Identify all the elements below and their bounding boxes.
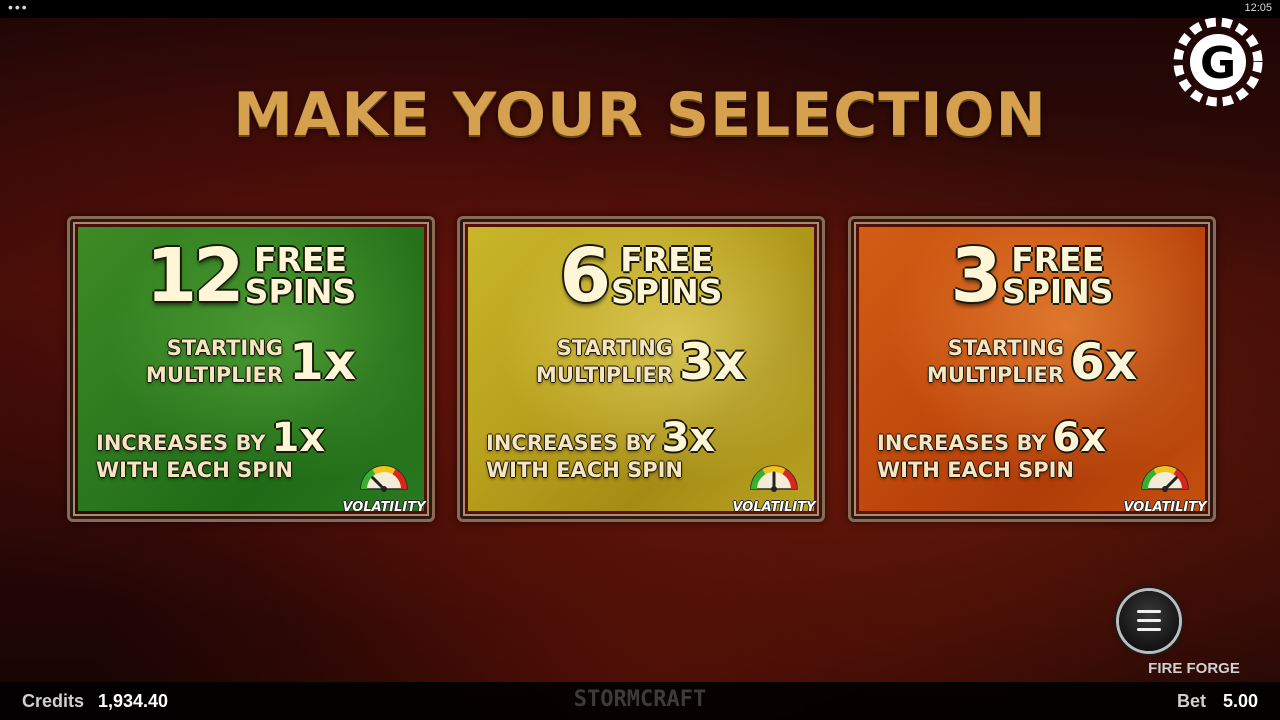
option-card-6-spins[interactable]: 6 FREE SPINS STARTING MULTIPLIER 3x INCR… xyxy=(457,216,825,522)
increase-row: INCREASES BY 3x WITH EACH SPIN xyxy=(486,415,716,484)
increases-by-label: INCREASES BY xyxy=(877,431,1047,455)
hamburger-icon xyxy=(1137,628,1161,631)
gauge-hub xyxy=(1162,486,1168,492)
free-spins-heading: 12 FREE SPINS xyxy=(70,239,432,313)
starting-multiplier-value: 1x xyxy=(289,333,357,391)
volatility-meter: VOLATILITY xyxy=(730,459,818,515)
status-dots: ••• xyxy=(8,0,29,15)
increases-by-label: INCREASES BY xyxy=(96,431,266,455)
option-card-3-spins[interactable]: 3 FREE SPINS STARTING MULTIPLIER 6x INCR… xyxy=(848,216,1216,522)
free-spins-heading: 3 FREE SPINS xyxy=(851,239,1213,313)
brand-logo: STORMCRAFT xyxy=(573,687,707,712)
page-title: MAKE YOUR SELECTION xyxy=(233,80,1047,150)
status-clock: 12:05 xyxy=(1244,2,1272,14)
option-card-12-spins[interactable]: 12 FREE SPINS STARTING MULTIPLIER 1x INC… xyxy=(67,216,435,522)
starting-multiplier-value: 6x xyxy=(1070,333,1138,391)
multiplier-word: MULTIPLIER xyxy=(926,363,1065,387)
starting-multiplier-label: STARTING MULTIPLIER xyxy=(927,335,1064,389)
free-spins-words: FREE SPINS xyxy=(610,243,723,311)
spins-count: 3 xyxy=(950,233,1001,319)
gauge-segment xyxy=(1153,466,1177,475)
spins-word: SPINS xyxy=(1001,272,1114,311)
starting-multiplier-row: STARTING MULTIPLIER 1x xyxy=(70,335,432,389)
hamburger-icon xyxy=(1137,619,1161,622)
free-spins-words: FREE SPINS xyxy=(244,243,357,311)
hamburger-icon xyxy=(1137,610,1161,613)
volatility-meter: VOLATILITY xyxy=(340,459,428,515)
gauge-hub xyxy=(381,486,387,492)
starting-word: STARTING xyxy=(166,336,284,360)
volatility-meter: VOLATILITY xyxy=(1121,459,1209,515)
spins-count: 6 xyxy=(559,233,610,319)
free-spins-heading: 6 FREE SPINS xyxy=(460,239,822,313)
free-spins-words: FREE SPINS xyxy=(1001,243,1114,311)
starting-multiplier-label: STARTING MULTIPLIER xyxy=(146,335,283,389)
menu-button[interactable] xyxy=(1119,591,1179,651)
gauge-segment xyxy=(372,466,396,475)
game-screen: ••• 12:05 G MAKE YOUR SELECTION 12 FREE … xyxy=(0,0,1280,720)
volatility-gauge-icon xyxy=(1141,465,1189,492)
volatility-label: VOLATILITY xyxy=(342,500,426,515)
starting-word: STARTING xyxy=(947,336,1065,360)
starting-word: STARTING xyxy=(556,336,674,360)
with-each-spin-label: WITH EACH SPIN xyxy=(877,458,1074,482)
starting-multiplier-row: STARTING MULTIPLIER 3x xyxy=(460,335,822,389)
bottom-bar: Credits 1,934.40 STORMCRAFT Bet 5.00 xyxy=(0,682,1280,720)
starting-multiplier-value: 3x xyxy=(679,333,747,391)
increase-row: INCREASES BY 6x WITH EACH SPIN xyxy=(877,415,1107,484)
bet-value: 5.00 xyxy=(1222,691,1258,711)
volatility-gauge-icon xyxy=(750,465,798,492)
starting-multiplier-label: STARTING MULTIPLIER xyxy=(536,335,673,389)
volatility-gauge-icon xyxy=(360,465,408,492)
spins-word: SPINS xyxy=(610,272,723,311)
increase-value: 6x xyxy=(1052,415,1107,461)
spins-word: SPINS xyxy=(244,272,357,311)
with-each-spin-label: WITH EACH SPIN xyxy=(486,458,683,482)
increase-value: 3x xyxy=(661,415,716,461)
multiplier-word: MULTIPLIER xyxy=(535,363,674,387)
volatility-label: VOLATILITY xyxy=(732,500,816,515)
increase-row: INCREASES BY 1x WITH EACH SPIN xyxy=(96,415,326,484)
increases-by-label: INCREASES BY xyxy=(486,431,656,455)
spins-count: 12 xyxy=(145,233,245,319)
status-bar: ••• 12:05 xyxy=(0,0,1280,18)
volatility-label: VOLATILITY xyxy=(1123,500,1207,515)
game-name: FIRE FORGE xyxy=(1148,660,1240,677)
multiplier-word: MULTIPLIER xyxy=(145,363,284,387)
bet-label: Bet xyxy=(1176,691,1206,711)
gauge-hub xyxy=(771,486,777,492)
starting-multiplier-row: STARTING MULTIPLIER 6x xyxy=(851,335,1213,389)
with-each-spin-label: WITH EACH SPIN xyxy=(96,458,293,482)
gauge-segment xyxy=(762,466,786,475)
increase-value: 1x xyxy=(271,415,326,461)
